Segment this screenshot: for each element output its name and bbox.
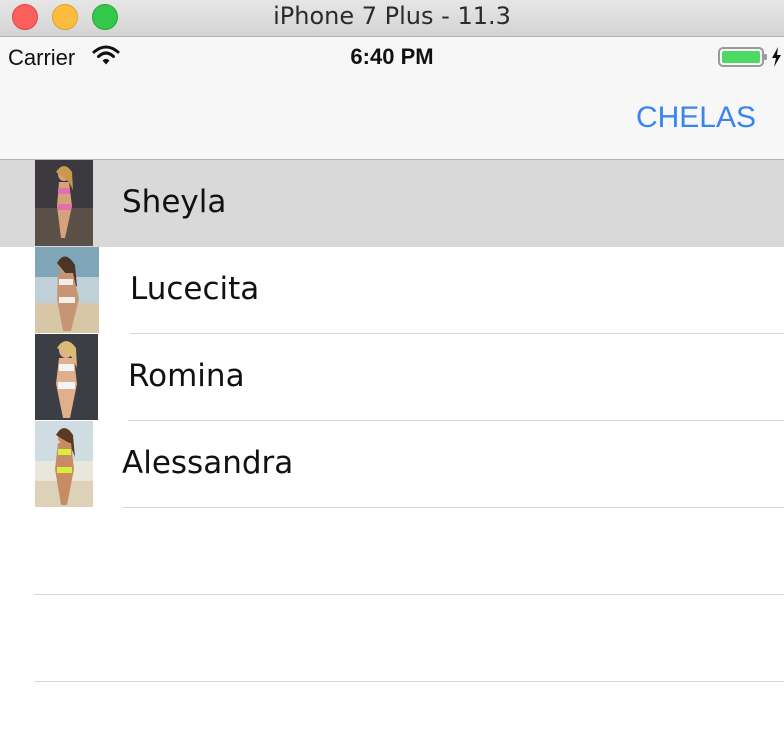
status-bar: Carrier 6:40 PM [0,37,784,75]
row-label: Sheyla [122,184,227,220]
thumbnail-image [35,421,93,507]
empty-row-separator [34,594,784,595]
thumbnail-image [35,334,98,420]
list-item[interactable]: Sheyla [0,160,784,247]
battery-icon [718,47,781,67]
list-item[interactable]: Alessandra [0,421,784,508]
status-time: 6:40 PM [350,44,434,69]
row-label: Lucecita [130,271,260,307]
row-label: Romina [128,358,245,394]
window-title: iPhone 7 Plus - 11.3 [273,2,511,30]
thumbnail-image [35,247,99,333]
navigation-bar: CHELAS [0,75,784,160]
list-item[interactable]: Lucecita [0,247,784,334]
thumbnail-image [35,160,93,246]
chelas-button[interactable]: CHELAS [636,101,756,135]
row-separator [122,507,784,508]
list-item[interactable]: Romina [0,334,784,421]
empty-row-separator [34,681,784,682]
row-label: Alessandra [122,445,294,481]
simulator-title-bar: iPhone 7 Plus - 11.3 [0,0,784,37]
